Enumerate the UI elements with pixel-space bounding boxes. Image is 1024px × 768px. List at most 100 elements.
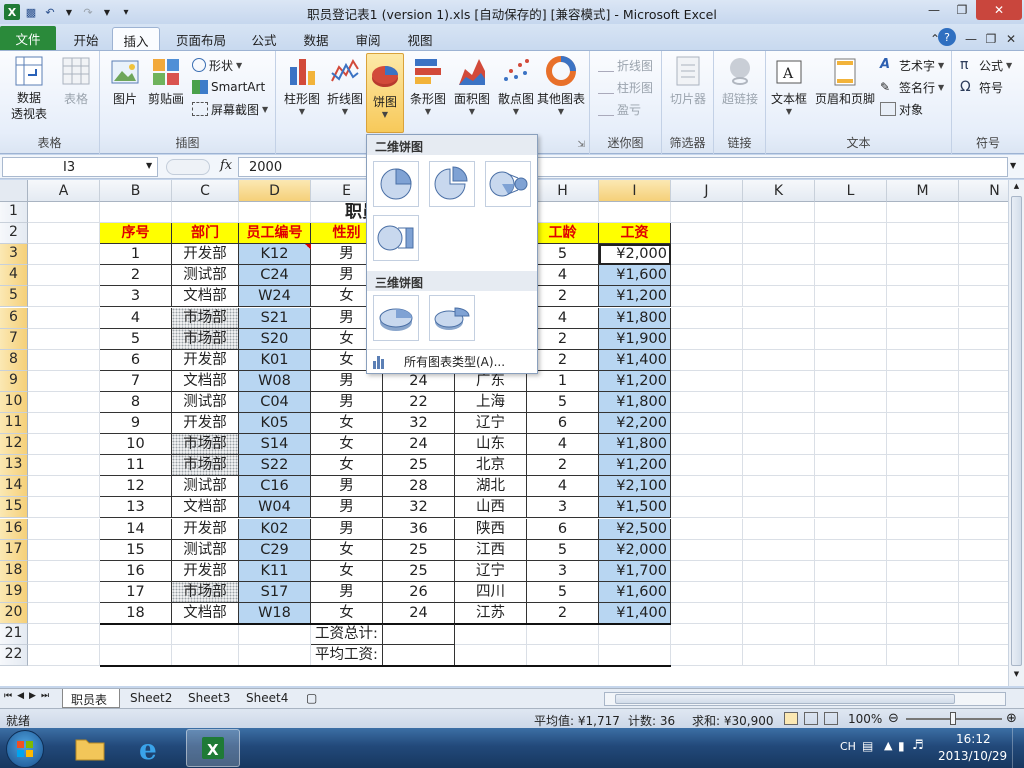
cell-d3[interactable]: K12: [239, 244, 311, 266]
shapes-button[interactable]: 形状 ▼: [192, 56, 242, 74]
row-header-4[interactable]: 4: [0, 265, 28, 287]
cell-c7[interactable]: 市场部: [172, 328, 239, 350]
cell-i14[interactable]: ¥2,100: [599, 476, 671, 498]
all-chart-types-option[interactable]: 所有图表类型(A)...: [367, 349, 537, 373]
grid-cell[interactable]: [887, 476, 959, 498]
grid-cell[interactable]: [28, 202, 100, 224]
row-header-6[interactable]: 6: [0, 307, 28, 329]
grid-cell[interactable]: [959, 645, 1010, 667]
grid-cell[interactable]: [743, 370, 815, 392]
grid-cell[interactable]: [815, 244, 887, 266]
grid-cell[interactable]: [815, 560, 887, 582]
grid-cell[interactable]: [959, 413, 1010, 435]
cell-b6[interactable]: 4: [100, 307, 172, 329]
column-header-c[interactable]: C: [172, 180, 239, 202]
grid-cell[interactable]: [671, 370, 743, 392]
cell-h10[interactable]: 5: [527, 391, 599, 413]
grid-cell[interactable]: [959, 455, 1010, 477]
grid-cell[interactable]: [671, 560, 743, 582]
grid-cell[interactable]: [28, 265, 100, 287]
cell-i6[interactable]: ¥1,800: [599, 307, 671, 329]
column-header-l[interactable]: L: [815, 180, 887, 202]
grid-cell[interactable]: [743, 307, 815, 329]
grid-cell[interactable]: [887, 265, 959, 287]
grid-cell[interactable]: [887, 434, 959, 456]
help-icon[interactable]: ?: [938, 28, 956, 46]
cell-c20[interactable]: 文档部: [172, 602, 239, 624]
cell-b7[interactable]: 5: [100, 328, 172, 350]
horizontal-scrollbar[interactable]: [604, 692, 1006, 706]
row-header-13[interactable]: 13: [0, 455, 28, 477]
horizontal-scroll-thumb[interactable]: [615, 694, 955, 704]
cell-e17[interactable]: 女: [311, 539, 383, 561]
cell-c4[interactable]: 测试部: [172, 265, 239, 287]
close-button[interactable]: ✕: [976, 0, 1022, 20]
column-header-m[interactable]: M: [887, 180, 959, 202]
insert-function-icon[interactable]: fx: [220, 158, 232, 173]
grid-cell[interactable]: [959, 371, 1010, 392]
cell-i18[interactable]: ¥1,700: [599, 560, 671, 582]
normal-view-icon[interactable]: [784, 712, 798, 725]
grid-cell[interactable]: [815, 328, 887, 350]
row-header-12[interactable]: 12: [0, 434, 28, 456]
grid-cell[interactable]: [671, 497, 743, 519]
grid-cell[interactable]: [815, 476, 887, 498]
cell-d16[interactable]: K02: [239, 518, 311, 540]
grid-cell[interactable]: [28, 244, 100, 266]
grid-cell[interactable]: [959, 519, 1010, 540]
grid-cell[interactable]: [815, 413, 887, 435]
grid-cell[interactable]: [959, 350, 1010, 371]
cell-e18[interactable]: 女: [311, 560, 383, 582]
spark-column-button[interactable]: 柱形图: [598, 78, 653, 96]
grid-cell[interactable]: [887, 286, 959, 308]
cell-i3[interactable]: ¥2,000: [599, 244, 671, 266]
grid-cell[interactable]: [887, 455, 959, 477]
area-chart-button[interactable]: 面积图 ▼: [450, 55, 494, 116]
grid-cell[interactable]: [172, 202, 239, 224]
line-chart-button[interactable]: 折线图 ▼: [324, 55, 366, 116]
cell-e12[interactable]: 女: [311, 434, 383, 456]
cell-e20[interactable]: 女: [311, 602, 383, 624]
grid-cell[interactable]: [743, 328, 815, 350]
cell-h20[interactable]: 2: [527, 602, 599, 624]
volume-icon[interactable]: ♬: [912, 738, 924, 753]
cell-i8[interactable]: ¥1,400: [599, 349, 671, 371]
grid-cell[interactable]: [527, 645, 599, 667]
grid-cell[interactable]: [959, 223, 1010, 245]
grid-cell[interactable]: [959, 308, 1010, 329]
header-footer-button[interactable]: 页眉和页脚: [810, 55, 880, 107]
grid-cell[interactable]: [815, 645, 887, 667]
cell-c14[interactable]: 测试部: [172, 476, 239, 498]
wordart-button[interactable]: A 艺术字 ▼: [880, 56, 944, 74]
grid-cell[interactable]: [815, 223, 887, 245]
column-header-n[interactable]: N: [959, 180, 1010, 202]
cell-c17[interactable]: 测试部: [172, 539, 239, 561]
row-header-8[interactable]: 8: [0, 349, 28, 371]
maximize-button[interactable]: ❐: [948, 0, 976, 20]
screenshot-button[interactable]: 屏幕截图 ▼: [192, 100, 268, 118]
cell-d6[interactable]: S21: [239, 307, 311, 329]
grid-cell[interactable]: [959, 561, 1010, 582]
grid-cell[interactable]: [815, 581, 887, 603]
grid-cell[interactable]: [743, 244, 815, 266]
equation-button[interactable]: π 公式 ▼: [960, 56, 1012, 74]
grid-cell[interactable]: [959, 582, 1010, 603]
cell-c9[interactable]: 文档部: [172, 370, 239, 392]
hyperlink-button[interactable]: 超链接: [718, 55, 762, 107]
row-header-20[interactable]: 20: [0, 602, 28, 624]
cell-h12[interactable]: 4: [527, 434, 599, 456]
pie-2d-option[interactable]: [373, 161, 419, 207]
object-button[interactable]: 对象: [880, 100, 923, 118]
grid-cell[interactable]: [599, 202, 671, 224]
header-c[interactable]: 部门: [172, 223, 239, 245]
grid-cell[interactable]: [887, 391, 959, 413]
cell-c5[interactable]: 文档部: [172, 286, 239, 308]
cell-c18[interactable]: 开发部: [172, 560, 239, 582]
row-header-21[interactable]: 21: [0, 624, 28, 646]
grid-cell[interactable]: [671, 624, 743, 646]
clock-date[interactable]: 2013/10/29: [938, 749, 1007, 763]
vertical-scrollbar[interactable]: ▲ ▼: [1008, 180, 1024, 686]
grid-cell[interactable]: [815, 202, 887, 224]
column-header-b[interactable]: B: [100, 180, 172, 202]
grid-cell[interactable]: [959, 624, 1010, 646]
